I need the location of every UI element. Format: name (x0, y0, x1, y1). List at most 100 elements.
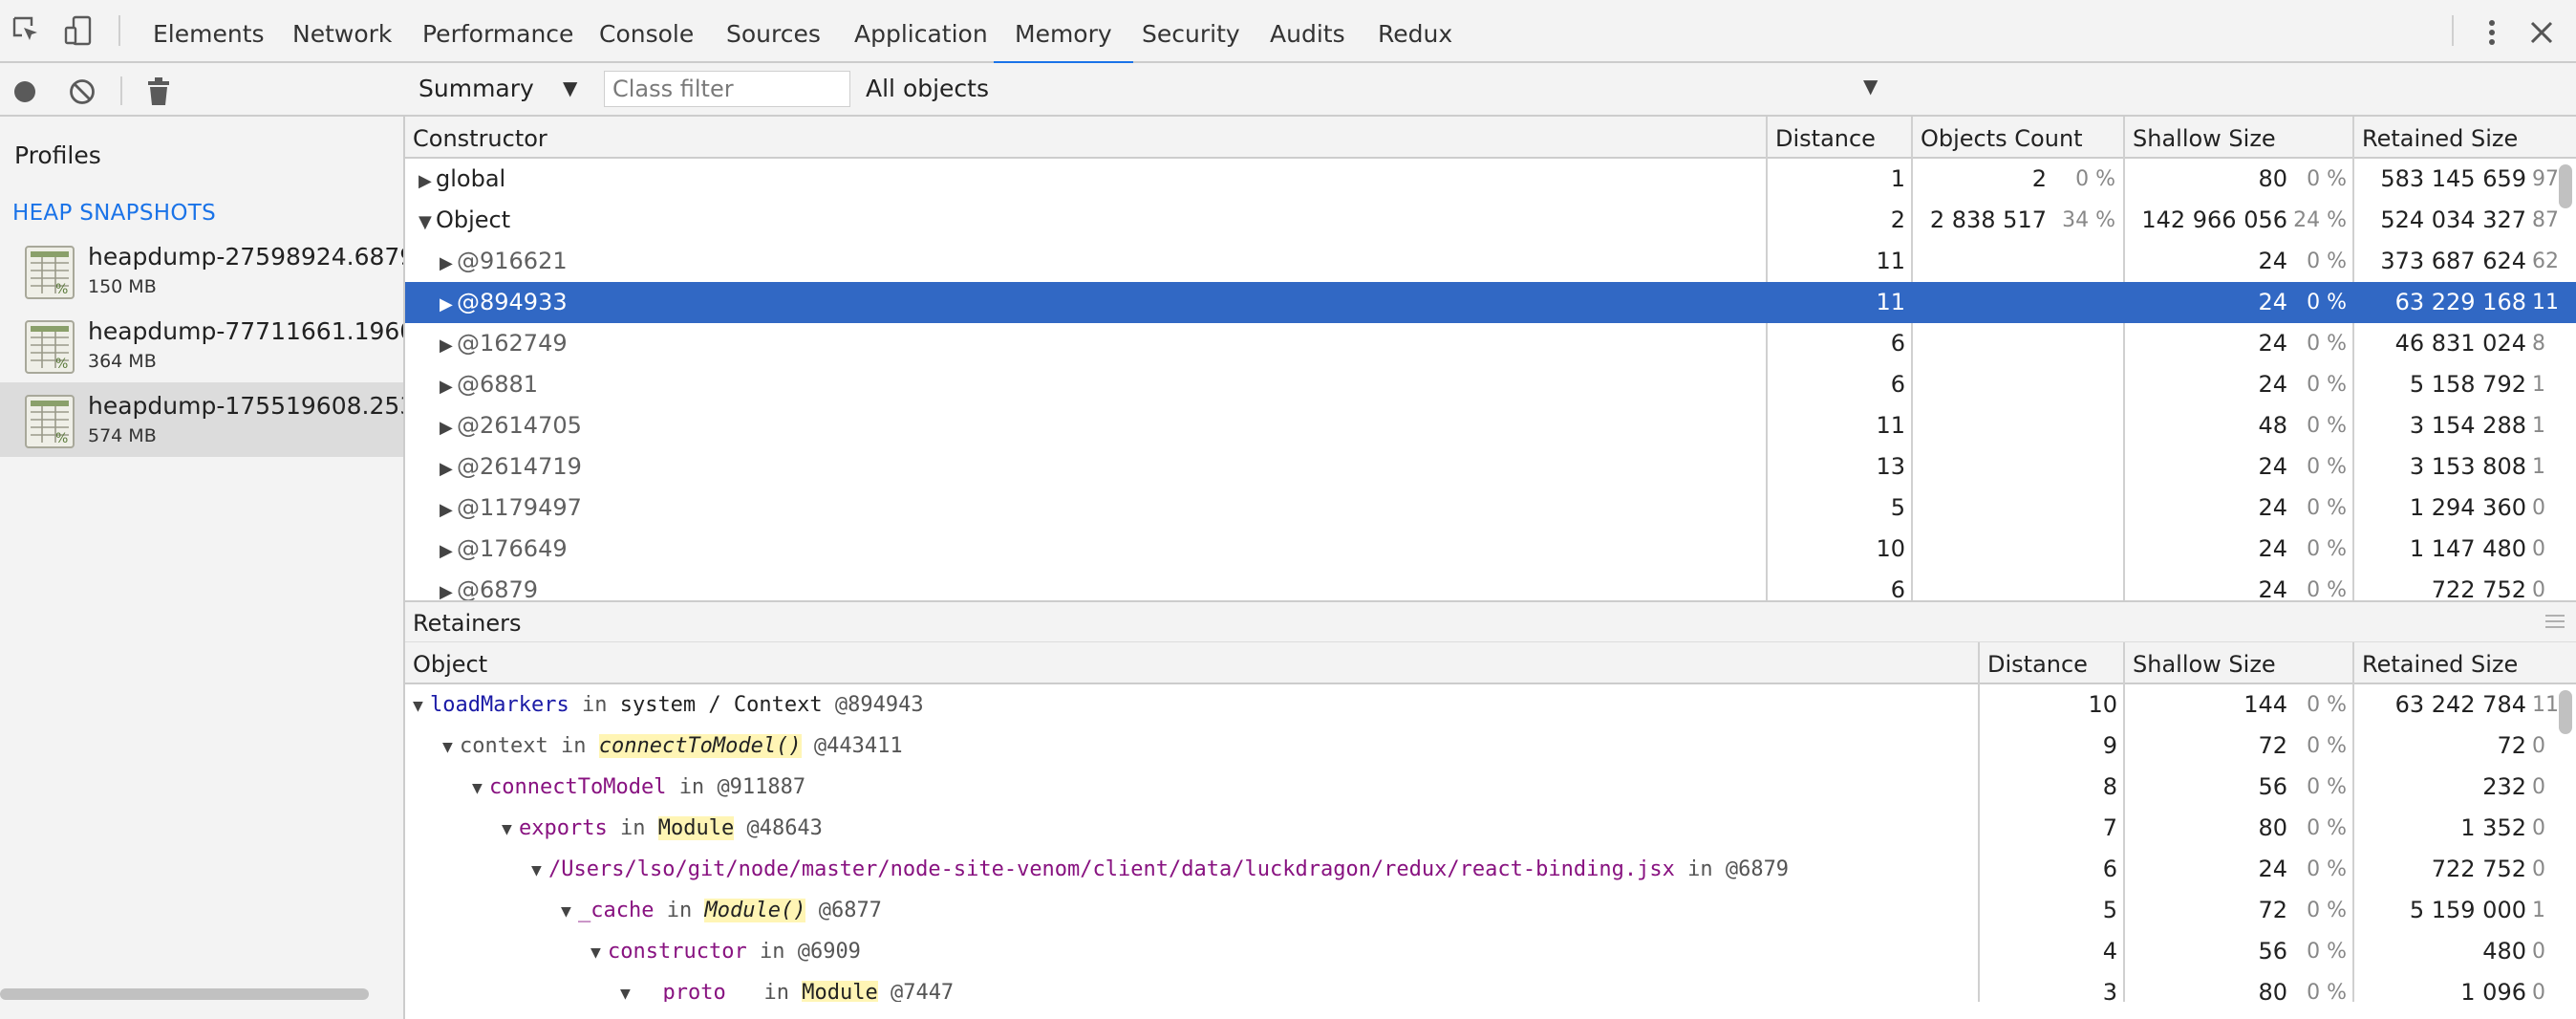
tab-application[interactable]: Application (854, 0, 988, 63)
dropdown-arrow-icon[interactable]: ▼ (1863, 75, 1878, 98)
device-toolbar-icon[interactable] (59, 11, 97, 50)
tab-elements[interactable]: Elements (153, 0, 265, 63)
expand-triangle-icon[interactable]: ▶ (419, 161, 436, 200)
retainer-in-keyword: in (560, 734, 587, 758)
table-row[interactable]: ▶ @916621 11 24 0 % 373 687 624 62 (405, 241, 2576, 282)
collapse-triangle-icon[interactable]: ▼ (590, 932, 608, 972)
table-row-selected[interactable]: ▶ @894933 11 24 0 % 63 229 168 11 (405, 282, 2576, 323)
column-header-shallow-size[interactable]: Shallow Size (2125, 117, 2276, 159)
collapse-triangle-icon[interactable]: ▼ (502, 809, 519, 849)
retainers-grid-header: Object Distance Shallow Size Retained Si… (405, 642, 2576, 684)
objects-count-percent (2047, 570, 2115, 600)
tab-memory[interactable]: Memory (994, 0, 1133, 65)
shallow-size-percent: 0 % (2307, 857, 2347, 881)
retainers-vertical-scrollbar[interactable] (2559, 690, 2572, 734)
more-icon[interactable] (2477, 15, 2507, 50)
retained-size-value: 480 (2482, 938, 2526, 965)
expand-triangle-icon[interactable]: ▶ (440, 366, 457, 405)
column-header-object[interactable]: Object (405, 642, 487, 684)
retainers-section-header[interactable]: Retainers (405, 600, 2576, 642)
expand-triangle-icon[interactable]: ▶ (440, 243, 457, 282)
expand-triangle-icon[interactable]: ▶ (440, 325, 457, 364)
objects-count-percent (2047, 488, 2115, 529)
tab-audits[interactable]: Audits (1270, 0, 1345, 63)
svg-text:%: % (55, 357, 68, 372)
table-row[interactable]: ▶ @2614705 11 48 0 % 3 154 288 1 (405, 405, 2576, 446)
collapse-triangle-icon[interactable]: ▼ (419, 202, 436, 241)
retainer-object-cell: ▼ _cache in Module() @6877 (561, 890, 1968, 931)
collapse-triangle-icon[interactable]: ▼ (561, 891, 578, 931)
resize-grip-icon[interactable] (2544, 612, 2566, 631)
retainer-row[interactable]: ▼ __proto__ in Module @7447 3 80 0 % 1 096 0 (405, 972, 2576, 1002)
retainer-row[interactable]: ▼ exports in Module @48643 7 80 0 % 1 352 0 (405, 808, 2576, 849)
retainer-row[interactable]: ▼ _cache in Module() @6877 5 72 0 % 5 159 000… (405, 890, 2576, 931)
collect-garbage-icon[interactable] (141, 75, 176, 109)
tab-console[interactable]: Console (599, 0, 694, 63)
heap-snapshot-icon: % (25, 246, 75, 299)
retained-size-percent: 0 (2532, 496, 2545, 520)
toolbar-divider (118, 15, 120, 46)
table-row[interactable]: ▶ @2614719 13 24 0 % 3 153 808 1 (405, 446, 2576, 488)
expand-triangle-icon[interactable]: ▶ (440, 572, 457, 600)
column-header-retained-size[interactable]: Retained Size (2354, 642, 2518, 684)
retainer-object-id: @48643 (746, 816, 823, 840)
shallow-size-value: 24 (2258, 330, 2287, 357)
snapshot-item[interactable]: % heapdump-77711661.196078 364 MB (0, 308, 403, 382)
table-row[interactable]: ▶ @1179497 5 24 0 % 1 294 360 0 (405, 488, 2576, 529)
shallow-size-value: 24 (2258, 371, 2287, 398)
column-header-retained-size[interactable]: Retained Size (2354, 117, 2518, 159)
collapse-triangle-icon[interactable]: ▼ (442, 726, 460, 767)
constructor-name: @916621 (457, 248, 568, 274)
constructor-name: @894933 (457, 289, 568, 315)
column-header-objects-count[interactable]: Objects Count (1913, 117, 2083, 159)
expand-triangle-icon[interactable]: ▶ (440, 448, 457, 488)
tab-redux[interactable]: Redux (1378, 0, 1452, 63)
retainer-row[interactable]: ▼ loadMarkers in system / Context @894943… (405, 684, 2576, 726)
distance-value: 6 (1890, 330, 1905, 357)
tab-security[interactable]: Security (1142, 0, 1240, 63)
column-header-distance[interactable]: Distance (1980, 642, 2088, 684)
table-row[interactable]: ▶ @176649 10 24 0 % 1 147 480 0 (405, 529, 2576, 570)
objects-filter-select[interactable]: All objects (866, 75, 989, 102)
constructor-cell: ▶ @1179497 (440, 488, 1743, 529)
shallow-size-value: 24 (2258, 535, 2287, 562)
column-header-constructor[interactable]: Constructor (405, 117, 547, 159)
snapshot-item-selected[interactable]: % heapdump-175519608.25311 574 MB (0, 382, 403, 457)
retainer-row[interactable]: ▼/Users/lso/git/node/master/node-site-ve… (405, 849, 2576, 890)
collapse-triangle-icon[interactable]: ▼ (413, 685, 430, 726)
summary-vertical-scrollbar[interactable] (2559, 164, 2572, 208)
tab-network[interactable]: Network (292, 0, 392, 63)
tab-performance[interactable]: Performance (422, 0, 573, 63)
collapse-triangle-icon[interactable]: ▼ (531, 850, 548, 890)
table-row[interactable]: ▶ global 1 2 0 % 80 0 % 583 145 659 97 (405, 159, 2576, 200)
table-row[interactable]: ▶ @6881 6 24 0 % 5 158 792 1 (405, 364, 2576, 405)
collapse-triangle-icon[interactable]: ▼ (620, 973, 637, 1002)
objects-count-value (1913, 282, 2047, 323)
retainer-row[interactable]: ▼ connectToModel in @911887 8 56 0 % 232 0 (405, 767, 2576, 808)
record-icon[interactable] (8, 75, 42, 109)
retainer-row[interactable]: ▼ constructor in @6909 4 56 0 % 480 0 (405, 931, 2576, 972)
dropdown-arrow-icon[interactable]: ▼ (563, 76, 577, 99)
snapshot-item[interactable]: % heapdump-27598924.68795 150 MB (0, 233, 403, 308)
constructor-name: @176649 (457, 535, 568, 562)
collapse-triangle-icon[interactable]: ▼ (472, 768, 489, 808)
clear-icon[interactable] (65, 75, 99, 109)
column-header-distance[interactable]: Distance (1768, 117, 1876, 159)
table-row[interactable]: ▼ Object 2 2 838 517 34 % 142 966 056 24 % 524 … (405, 200, 2576, 241)
table-row[interactable]: ▶ @6879 6 24 0 % 722 752 0 (405, 570, 2576, 600)
inspect-element-icon[interactable] (8, 11, 46, 50)
view-select[interactable]: Summary (419, 75, 534, 102)
constructor-cell: ▶ @6881 (440, 364, 1743, 405)
shallow-size-percent: 0 % (2307, 332, 2347, 356)
column-header-shallow-size[interactable]: Shallow Size (2125, 642, 2276, 684)
expand-triangle-icon[interactable]: ▶ (440, 531, 457, 570)
class-filter-input[interactable] (604, 71, 850, 107)
expand-triangle-icon[interactable]: ▶ (440, 407, 457, 446)
sidebar-horizontal-scrollbar[interactable] (0, 988, 369, 1000)
expand-triangle-icon[interactable]: ▶ (440, 284, 457, 323)
expand-triangle-icon[interactable]: ▶ (440, 489, 457, 529)
retainer-row[interactable]: ▼ context in connectToModel() @443411 9 72 0… (405, 726, 2576, 767)
close-icon[interactable] (2522, 15, 2561, 50)
tab-sources[interactable]: Sources (726, 0, 821, 63)
table-row[interactable]: ▶ @162749 6 24 0 % 46 831 024 8 (405, 323, 2576, 364)
